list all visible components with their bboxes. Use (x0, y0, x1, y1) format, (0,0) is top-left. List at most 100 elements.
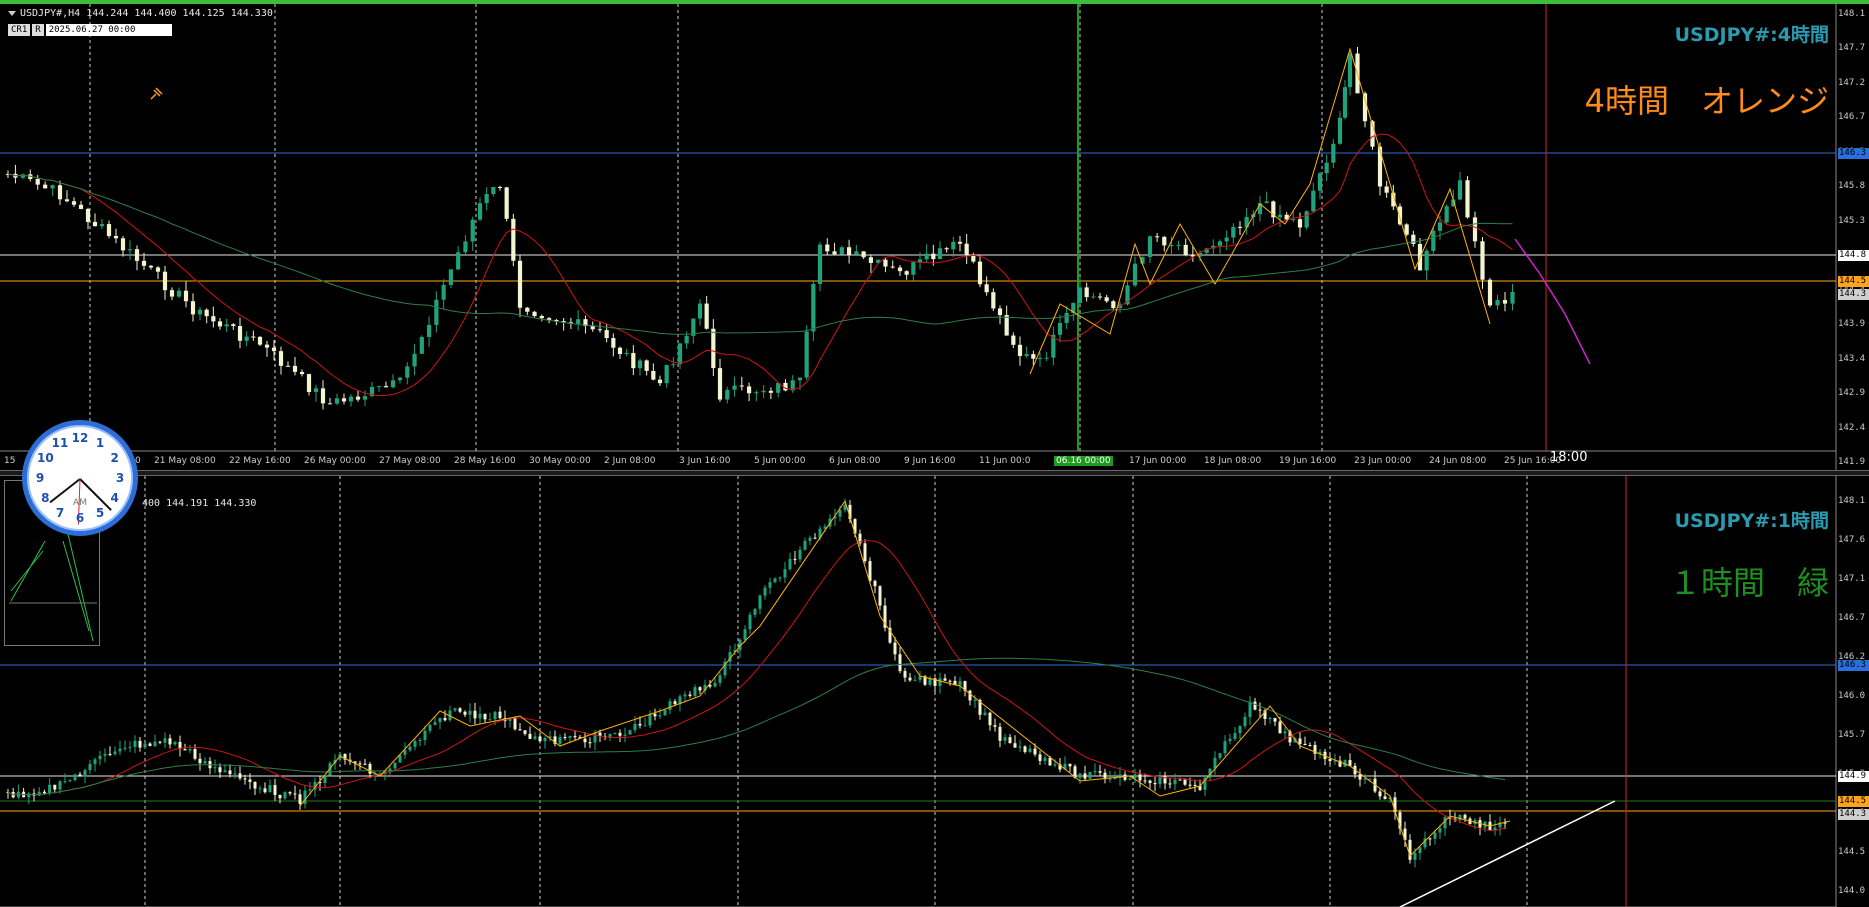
candle-body (746, 386, 752, 394)
time-tick: 15 (4, 456, 16, 466)
candle-body (651, 370, 656, 380)
candle-body (1223, 741, 1227, 754)
cr1-button[interactable]: CR1 (8, 24, 31, 36)
candle-body (991, 292, 996, 309)
candle-body (644, 360, 649, 371)
candle-body (85, 208, 91, 222)
candle-body (948, 680, 952, 682)
candle-body (108, 753, 112, 755)
price-line-tag: 144.3 (1838, 289, 1869, 300)
candle-body (1143, 780, 1147, 782)
candle-body (1317, 173, 1323, 191)
candle-body (223, 770, 227, 773)
candle-body (768, 582, 772, 588)
candle-body (988, 712, 992, 726)
candle-body (456, 252, 461, 270)
candle-body (155, 267, 161, 272)
candle-body (1283, 731, 1287, 734)
candle-body (16, 791, 20, 798)
candle-body (1237, 226, 1243, 228)
candle-body (998, 726, 1002, 741)
candle-body (903, 671, 907, 678)
candle-body (299, 371, 305, 375)
candle-body (1444, 206, 1449, 223)
h4-chart-pane[interactable]: USDJPY#,H4 144.244 144.400 144.125 144.3… (0, 0, 1869, 472)
candle-body (617, 347, 623, 354)
h1-ohlc-text: 400 144.191 144.330 (142, 498, 257, 509)
pin-icon[interactable] (148, 86, 164, 102)
candle-body (1024, 354, 1029, 356)
candle-body (93, 759, 97, 764)
price-tick: 143.4 (1838, 353, 1866, 364)
candle-body (463, 241, 468, 253)
candle-body (973, 699, 977, 701)
candle-body (43, 184, 48, 189)
candle-body (138, 740, 142, 748)
candle-body (677, 343, 683, 365)
candle-body (390, 380, 396, 388)
candle-body (854, 251, 859, 255)
candle-body (1273, 718, 1277, 722)
candle-body (1023, 746, 1027, 752)
candle-body (1510, 291, 1515, 304)
candle-body (893, 642, 897, 655)
candle-body (1188, 784, 1192, 786)
candle-body (248, 779, 252, 782)
clock-number: 9 (35, 471, 45, 485)
candle-body (832, 251, 837, 255)
candle-body (441, 284, 446, 300)
candle-body (203, 761, 207, 764)
candle-body (511, 218, 516, 261)
h4-chart-canvas[interactable] (0, 4, 1869, 472)
candle-body (78, 204, 84, 209)
candle-body (491, 186, 496, 195)
candle-body (971, 255, 976, 262)
clock-number: 8 (41, 491, 50, 505)
candle-body (283, 792, 287, 799)
r-button[interactable]: R (32, 24, 44, 36)
candle-body (897, 267, 903, 272)
candle-body (1084, 287, 1089, 298)
candle-body (643, 725, 647, 727)
ma-red-line (7, 133, 1513, 397)
candle-body (638, 723, 642, 726)
candle-body (1132, 263, 1138, 286)
candle-body (128, 746, 132, 748)
candle-body (183, 749, 187, 751)
candle-body (1193, 784, 1197, 786)
candle-body (78, 774, 82, 777)
candle-body (898, 654, 902, 672)
candle-body (1378, 791, 1382, 797)
candle-body (1368, 778, 1372, 780)
candle-body (1358, 774, 1362, 780)
candle-body (811, 283, 816, 332)
candle-body (408, 746, 412, 751)
candle-body (718, 675, 722, 683)
candle-body (1480, 241, 1485, 280)
analog-clock: AM 12 1 2 3 4 5 6 7 8 9 10 11 (22, 420, 138, 536)
h1-chart-pane[interactable]: 400 144.191 144.330 USDJPY#:1時間 １時間 緑 14… (0, 476, 1869, 907)
candle-body (1138, 774, 1142, 781)
candle-body (1331, 143, 1336, 163)
collapse-triangle-icon[interactable] (8, 10, 16, 16)
candle-body (1424, 250, 1429, 271)
h1-chart-canvas[interactable] (0, 476, 1869, 907)
candle-body (1148, 780, 1152, 784)
candle-body (341, 398, 347, 402)
candle-body (463, 711, 467, 715)
candle-body (1097, 296, 1103, 298)
candle-body (320, 388, 326, 404)
candle-body (488, 719, 492, 721)
date-field[interactable]: 2025.06.27 00:00 (45, 24, 172, 36)
candle-body (683, 694, 687, 697)
candle-body (1291, 219, 1296, 221)
ma-red-line (7, 540, 1506, 832)
candle-body (713, 682, 717, 687)
price-line-tag: 144.5 (1838, 796, 1869, 807)
candle-body (504, 187, 509, 219)
h4-symbol-title: USDJPY#:4時間 (1674, 24, 1829, 46)
candle-body (193, 748, 197, 759)
h4-description: 4時間 オレンジ (1584, 82, 1829, 120)
time-tick: 28 May 16:00 (454, 456, 516, 466)
candle-body (758, 595, 762, 609)
